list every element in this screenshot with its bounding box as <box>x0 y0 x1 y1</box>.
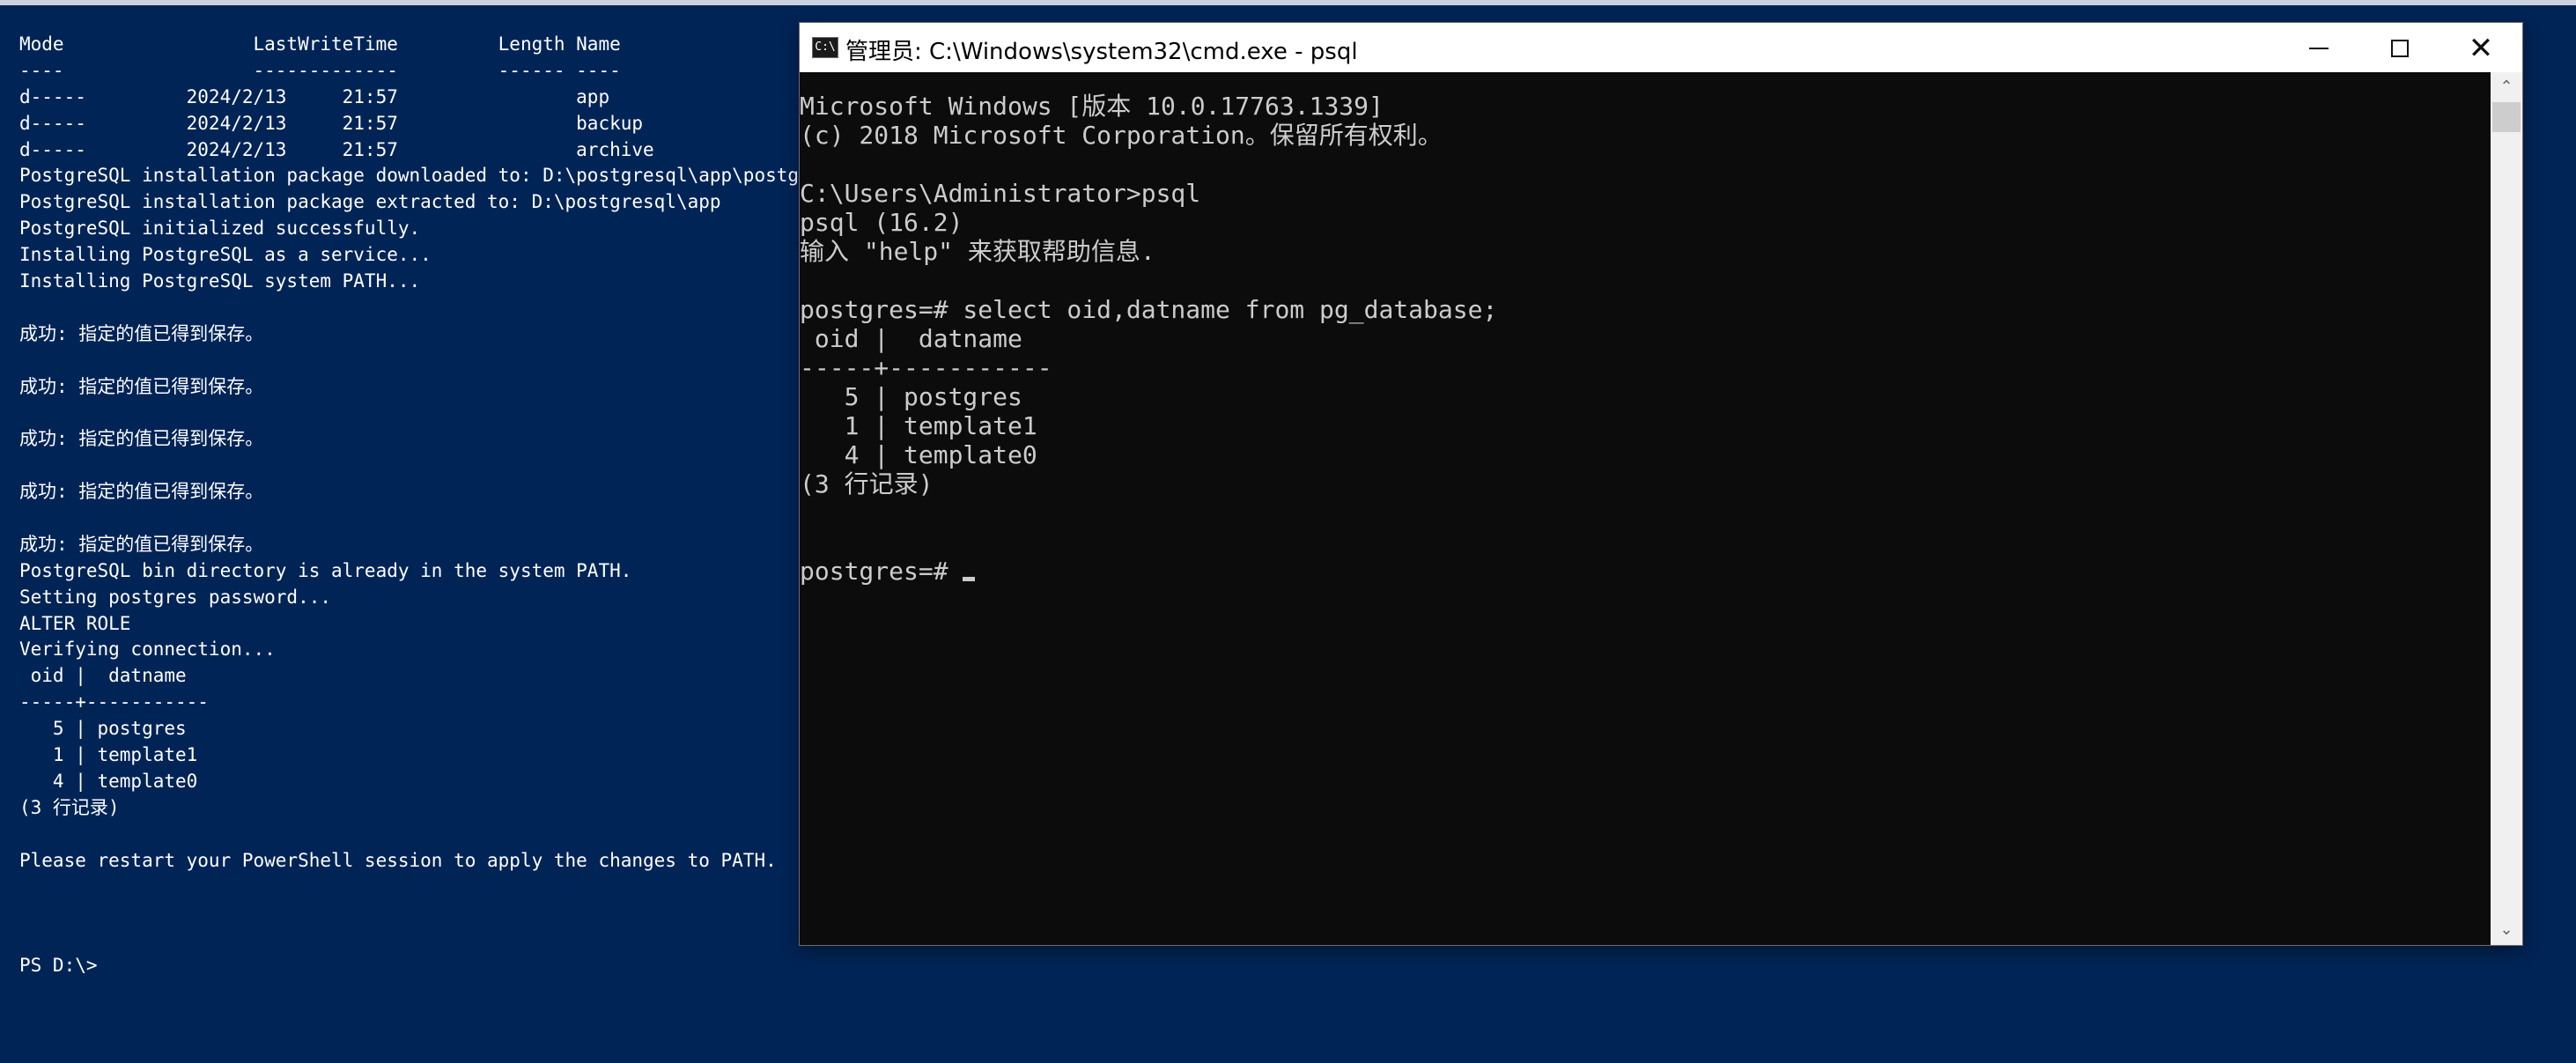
cmd-output-line: postgres=# select oid,datname from pg_da… <box>800 295 1498 324</box>
cmd-output-line: 5 | postgres <box>800 382 1022 411</box>
cmd-output-line: -----+----------- <box>800 353 1052 382</box>
powershell-output-line: ALTER ROLE <box>19 612 131 634</box>
powershell-output-line <box>19 900 832 926</box>
powershell-output-line: 成功: 指定的值已得到保存。 <box>19 322 264 344</box>
maximize-button[interactable] <box>2359 23 2440 72</box>
powershell-output-line: PostgreSQL installation package extracte… <box>19 191 721 213</box>
powershell-output-line <box>19 453 832 479</box>
scroll-up-button[interactable]: ⌃ <box>2491 72 2522 102</box>
powershell-output-line <box>19 875 832 901</box>
desktop-screen: Mode LastWriteTime Length Name ---- -----… <box>0 0 2576 1063</box>
cmd-output-line: oid | datname <box>800 324 1022 353</box>
cmd-output-line <box>800 150 1497 179</box>
scroll-down-button[interactable]: ⌄ <box>2491 915 2522 945</box>
cmd-output-line: 输入 "help" 来获取帮助信息. <box>800 237 1155 266</box>
powershell-output-line: 4 | template0 <box>19 770 198 792</box>
powershell-output-line: 成功: 指定的值已得到保存。 <box>19 481 264 503</box>
cmd-console-area[interactable]: Microsoft Windows [版本 10.0.17763.1339] (c… <box>800 72 2491 945</box>
close-button[interactable]: ✕ <box>2440 23 2521 72</box>
cmd-window-title: 管理员: C:\Windows\system32\cmd.exe - psql <box>845 39 1358 65</box>
cmd-console-output[interactable]: Microsoft Windows [版本 10.0.17763.1339] (c… <box>800 92 1497 586</box>
powershell-output-line <box>19 926 832 953</box>
cmd-output-line: Microsoft Windows [版本 10.0.17763.1339] <box>800 92 1384 121</box>
powershell-output-line: (3 行记录) <box>19 796 120 818</box>
cmd-output-line: psql (16.2) <box>800 208 963 237</box>
maximize-icon <box>2391 39 2409 57</box>
powershell-output-line: oid | datname <box>19 665 187 687</box>
cmd-output-line: (3 行记录) <box>800 469 934 498</box>
powershell-output-line <box>19 506 832 532</box>
powershell-output-line: 成功: 指定的值已得到保存。 <box>19 533 264 555</box>
powershell-output-line: Please restart your PowerShell session t… <box>19 849 777 871</box>
cmd-output-line: 1 | template1 <box>800 411 1037 440</box>
powershell-output-line: d----- 2024/2/13 21:57 archive <box>19 138 654 160</box>
powershell-output-line: PostgreSQL installation package download… <box>19 165 832 187</box>
powershell-output-line: 1 | template1 <box>19 744 198 766</box>
powershell-output-line: PostgreSQL bin directory is already in t… <box>19 559 632 581</box>
cmd-output-line: 4 | template0 <box>800 440 1037 469</box>
cmd-vertical-scrollbar[interactable]: ⌃ ⌄ <box>2491 72 2522 945</box>
powershell-output-line: PS D:\> <box>19 955 98 977</box>
cmd-output-line: (c) 2018 Microsoft Corporation。保留所有权利。 <box>800 121 1443 150</box>
powershell-output-line: d----- 2024/2/13 21:57 app <box>19 85 610 107</box>
powershell-output-line <box>19 400 832 426</box>
powershell-output-line: Installing PostgreSQL system PATH... <box>19 270 421 292</box>
powershell-output-line: PostgreSQL initialized successfully. <box>19 218 421 240</box>
cmd-output-line <box>800 266 1497 295</box>
powershell-output-line: d----- 2024/2/13 21:57 backup <box>19 112 644 134</box>
text-cursor <box>963 577 976 581</box>
cmd-window[interactable]: C:\ 管理员: C:\Windows\system32\cmd.exe - p… <box>800 23 2522 945</box>
powershell-output-line: 5 | postgres <box>19 718 187 740</box>
close-icon: ✕ <box>2468 30 2494 66</box>
powershell-output-line: Installing PostgreSQL as a service... <box>19 244 432 266</box>
powershell-output[interactable]: Mode LastWriteTime Length Name ---- -----… <box>19 32 832 979</box>
powershell-output-line: -----+----------- <box>19 691 209 713</box>
minimize-button[interactable] <box>2278 23 2359 72</box>
scrollbar-thumb[interactable] <box>2492 102 2521 132</box>
cmd-app-icon[interactable]: C:\ <box>812 37 838 58</box>
powershell-output-line <box>19 348 832 374</box>
powershell-output-line: 成功: 指定的值已得到保存。 <box>19 375 264 397</box>
powershell-output-line: Mode LastWriteTime Length Name <box>19 33 621 55</box>
powershell-output-line: 成功: 指定的值已得到保存。 <box>19 428 264 450</box>
powershell-output-line <box>19 295 832 321</box>
powershell-output-line: ---- ------------- ------ ---- <box>19 59 621 81</box>
powershell-output-line: Setting postgres password... <box>19 586 332 608</box>
cmd-output-line: postgres=# <box>800 557 1497 586</box>
cmd-output-line: C:\Users\Administrator>psql <box>800 179 1201 208</box>
powershell-output-line <box>19 822 832 848</box>
minimize-icon <box>2309 47 2329 49</box>
powershell-output-line: Verifying connection... <box>19 639 276 661</box>
cmd-titlebar[interactable]: C:\ 管理员: C:\Windows\system32\cmd.exe - p… <box>800 23 2522 72</box>
cmd-output-line <box>800 498 1497 528</box>
cmd-output-line <box>800 528 1497 557</box>
